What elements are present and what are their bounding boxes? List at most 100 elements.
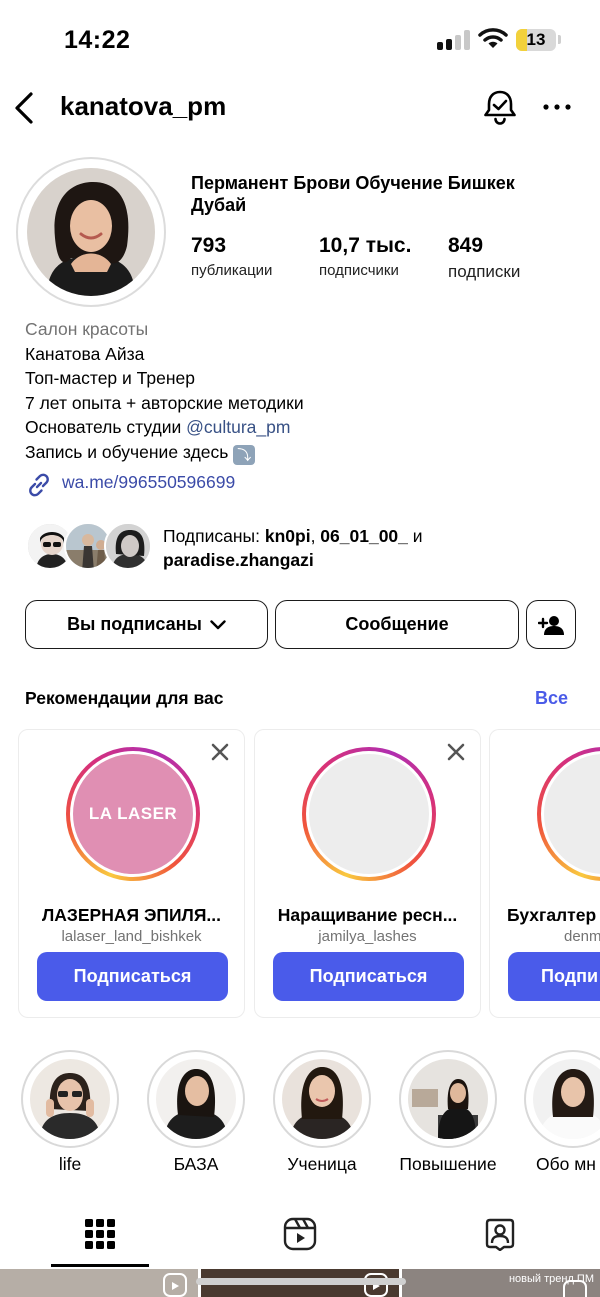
profile-bio: Салон красоты Канатова Айза Топ-мастер и… (25, 317, 304, 465)
suggestion-name: Бухгалтер (507, 905, 597, 925)
tab-reels[interactable] (200, 1205, 400, 1267)
grid-post[interactable] (0, 1269, 198, 1297)
followers-count[interactable]: 10,7 тыс. подписчики (319, 234, 411, 279)
tagged-person-icon (485, 1218, 515, 1251)
grid-post[interactable]: новый тренд ПМ (402, 1269, 600, 1297)
close-icon[interactable] (446, 742, 466, 762)
notifications-bell-icon[interactable] (482, 88, 518, 126)
reel-badge-icon (163, 1273, 187, 1297)
followed-by-prefix: Подписаны: (163, 526, 265, 546)
arrow-down-emoji-icon: ⤵ (233, 444, 256, 465)
wifi-icon (478, 28, 508, 48)
bio-booking-text: Запись и обучение здесь (25, 441, 229, 462)
following-count[interactable]: 849 подписки (448, 234, 520, 282)
active-tab-indicator (51, 1264, 149, 1267)
suggestion-handle: lalaser_land_bishkek (61, 928, 202, 945)
suggestion-card[interactable]: LA LASER ЛАЗЕРНАЯ ЭПИЛЯ... lalaser_land_… (18, 729, 245, 1018)
bio-line: Основатель студии @cultura_pm (25, 415, 304, 440)
suggestion-avatar-ring (537, 747, 600, 881)
highlight-cover (156, 1059, 236, 1139)
tab-posts-grid[interactable] (0, 1205, 200, 1267)
grid-icon (85, 1219, 115, 1249)
suggestion-avatar-ring (302, 747, 436, 881)
mutual-username: paradise.zhangazi (163, 550, 314, 570)
more-options-icon[interactable] (540, 92, 574, 122)
link-icon (29, 473, 49, 497)
suggestion-handle: jamilya_lashes (318, 928, 417, 945)
suggestion-follow-button[interactable]: Подписаться (37, 952, 228, 1001)
followed-by-separator: , (310, 526, 321, 546)
posts-count[interactable]: 793 публикации (191, 234, 272, 279)
tab-tagged[interactable] (400, 1205, 600, 1267)
chevron-down-icon (210, 619, 226, 629)
la-laser-logo: LA LASER (88, 804, 178, 823)
profile-content-tabs (0, 1205, 600, 1267)
following-count-value: 849 (448, 234, 484, 257)
suggestion-avatar-ring: LA LASER (66, 747, 200, 881)
followers-count-label: подписчики (319, 262, 399, 279)
highlight-cover (533, 1059, 600, 1139)
highlight-label: Повышение (399, 1154, 497, 1174)
suggest-people-button[interactable] (526, 600, 576, 649)
suggestion-avatar (309, 754, 429, 874)
home-indicator (196, 1278, 406, 1285)
reels-icon (283, 1217, 317, 1251)
bio-line: 7 лет опыта + авторские методики (25, 392, 304, 413)
highlight-label: life (58, 1154, 82, 1174)
back-arrow-icon[interactable] (10, 88, 40, 128)
profile-avatar (27, 168, 155, 296)
following-dropdown-button[interactable]: Вы подписаны (25, 600, 268, 649)
suggestion-avatar: LA LASER (73, 754, 193, 874)
bio-line: Топ-мастер и Тренер (25, 368, 195, 389)
mutual-username: 06_01_00_ (320, 526, 408, 546)
followed-by-text[interactable]: Подписаны: kn0pi, 06_01_00_ и paradise.zh… (163, 524, 583, 572)
suggestion-follow-button[interactable]: Подпи (508, 952, 600, 1001)
battery-tip (558, 35, 561, 44)
suggestion-follow-button[interactable]: Подписаться (273, 952, 464, 1001)
following-button-label: Вы подписаны (67, 614, 202, 634)
story-highlight[interactable]: БАЗА (146, 1050, 246, 1175)
story-highlight[interactable]: Обо мн (524, 1050, 600, 1175)
status-time: 14:22 (64, 26, 131, 54)
bio-category: Салон красоты (25, 319, 149, 339)
highlight-label: Обо мн (536, 1154, 596, 1174)
posts-count-label: публикации (191, 262, 273, 279)
bio-founder-text: Основатель студии (25, 417, 187, 438)
followed-by-and: и (407, 526, 423, 546)
suggestion-avatar (544, 754, 600, 874)
bio-link-text: wa.me/996550596699 (62, 472, 236, 492)
suggestion-card[interactable]: Бухгалтер denm Подпи (489, 729, 600, 1018)
header-username: kanatova_pm (60, 91, 227, 121)
story-highlight[interactable]: Повышение (398, 1050, 498, 1175)
mutual-username: kn0pi (264, 526, 311, 546)
story-highlight[interactable]: life (20, 1050, 120, 1175)
bio-line: Запись и обучение здесь ⤵ (25, 440, 304, 465)
profile-full-name: Перманент Брови Обучение Бишкек Дубай (191, 173, 515, 215)
message-button[interactable]: Сообщение (275, 600, 519, 649)
highlight-label: БАЗА (173, 1154, 219, 1174)
followers-count-value: 10,7 тыс. (319, 234, 412, 257)
bio-mention-link[interactable]: @cultura_pm (186, 417, 290, 437)
cellular-signal-icon (437, 30, 471, 50)
profile-header: kanatova_pm (0, 80, 600, 136)
bio-line: Канатова Айза (25, 343, 145, 364)
suggestion-name: Наращивание ресн... (277, 905, 458, 925)
profile-avatar-ring[interactable] (16, 157, 166, 307)
highlight-label: Ученица (287, 1154, 357, 1174)
battery-icon: 13 (516, 29, 556, 51)
mutual-follower-avatar[interactable] (104, 522, 152, 570)
reel-badge-icon (563, 1280, 587, 1297)
close-icon[interactable] (210, 742, 230, 762)
status-bar: 14:22 13 (0, 0, 600, 80)
suggestion-name: ЛАЗЕРНАЯ ЭПИЛЯ... (42, 905, 221, 925)
add-person-icon (538, 615, 564, 635)
highlight-cover (282, 1059, 362, 1139)
battery-percent: 13 (526, 30, 546, 49)
highlight-cover (30, 1059, 110, 1139)
suggestions-see-all-link[interactable]: Все (535, 688, 568, 709)
highlight-cover (408, 1059, 488, 1139)
suggestion-card[interactable]: Наращивание ресн... jamilya_lashes Подпи… (254, 729, 481, 1018)
story-highlight[interactable]: Ученица (272, 1050, 372, 1175)
message-button-label: Сообщение (345, 614, 449, 634)
following-count-label: подписки (448, 262, 521, 281)
